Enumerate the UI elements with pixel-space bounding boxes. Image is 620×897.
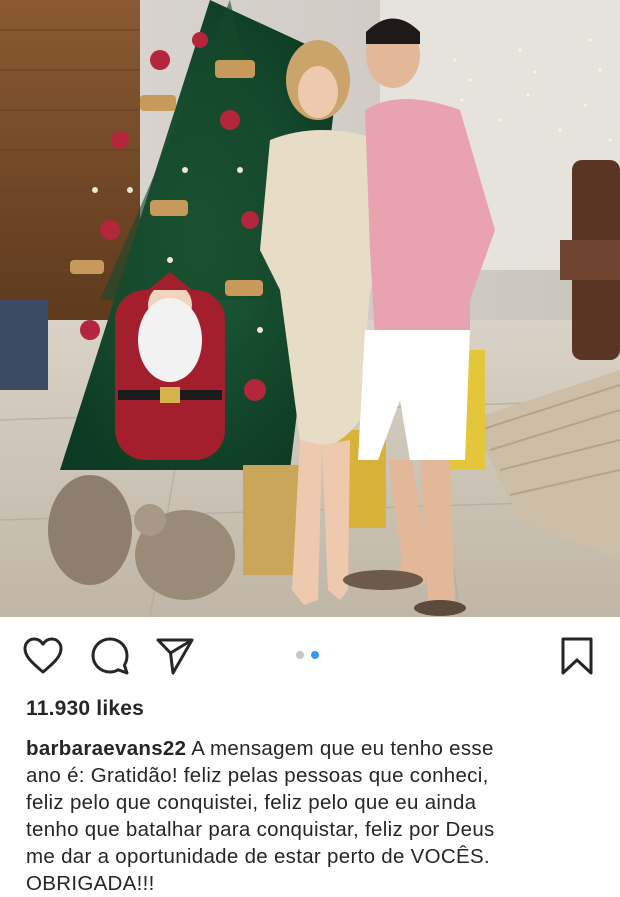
comment-button[interactable]: [89, 635, 131, 677]
share-button[interactable]: [154, 635, 196, 677]
post-photo[interactable]: [0, 0, 620, 617]
heart-outline-icon: [23, 637, 63, 674]
caption-line-4: tenho que batalhar para conquistar, feli…: [26, 818, 495, 841]
caption-line-1: barbaraevans22 A mensagem que eu tenho e…: [26, 735, 606, 762]
like-button[interactable]: [22, 635, 64, 677]
instagram-post: 11.930 likes barbaraevans22 A mensagem q…: [0, 0, 620, 897]
carousel-indicator: [296, 651, 319, 659]
caption-line-2: ano é: Gratidão! feliz pelas pessoas que…: [26, 764, 489, 787]
christmas-couple-illustration: [0, 0, 620, 617]
caption-line-6: OBRIGADA!!!: [26, 872, 155, 895]
save-button[interactable]: [556, 635, 598, 677]
caption-line-3: feliz pelo que conquistei, feliz pelo qu…: [26, 791, 477, 814]
speech-bubble-icon: [91, 637, 129, 675]
caption-username[interactable]: barbaraevans22: [26, 737, 186, 760]
carousel-dot-1: [296, 651, 304, 659]
paper-plane-icon: [156, 638, 194, 675]
action-bar: [0, 617, 620, 693]
carousel-dot-2-active: [311, 651, 319, 659]
post-caption: barbaraevans22 A mensagem que eu tenho e…: [26, 735, 606, 897]
likes-count[interactable]: 11.930 likes: [26, 697, 144, 721]
bookmark-outline-icon: [561, 637, 593, 675]
caption-text-1: A mensagem que eu tenho esse: [191, 737, 494, 760]
caption-line-5: me dar a oportunidade de estar perto de …: [26, 845, 490, 868]
